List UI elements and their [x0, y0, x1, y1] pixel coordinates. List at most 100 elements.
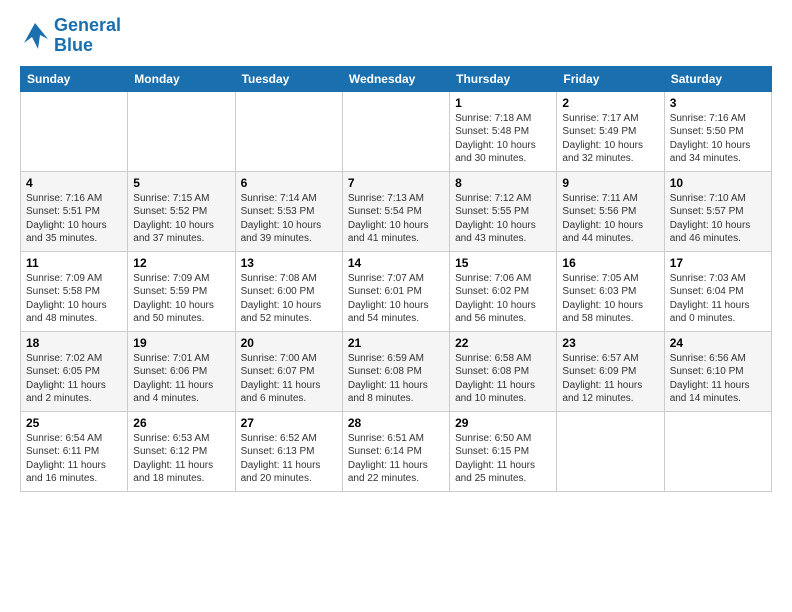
day-info: Sunrise: 6:57 AM Sunset: 6:09 PM Dayligh… — [562, 352, 658, 406]
day-number: 12 — [133, 256, 229, 270]
calendar-cell: 28 Sunrise: 6:51 AM Sunset: 6:14 PM Dayli… — [342, 411, 449, 491]
day-info: Sunrise: 6:54 AM Sunset: 6:11 PM Dayligh… — [26, 432, 122, 486]
header-thursday: Thursday — [450, 66, 557, 91]
header-tuesday: Tuesday — [235, 66, 342, 91]
calendar-cell: 29 Sunrise: 6:50 AM Sunset: 6:15 PM Dayli… — [450, 411, 557, 491]
calendar-cell: 1Sunrise: 7:18 AM Sunset: 5:48 PM Daylig… — [450, 91, 557, 171]
day-info: Sunrise: 6:56 AM Sunset: 6:10 PM Dayligh… — [670, 352, 766, 406]
calendar-cell: 7 Sunrise: 7:13 AM Sunset: 5:54 PM Daylig… — [342, 171, 449, 251]
calendar-header-row: SundayMondayTuesdayWednesdayThursdayFrid… — [21, 66, 772, 91]
calendar-cell: 3Sunrise: 7:16 AM Sunset: 5:50 PM Daylig… — [664, 91, 771, 171]
calendar-cell: 17 Sunrise: 7:03 AM Sunset: 6:04 PM Dayli… — [664, 251, 771, 331]
logo-text: General Blue — [54, 16, 121, 56]
day-number: 14 — [348, 256, 444, 270]
calendar-cell: 5Sunrise: 7:15 AM Sunset: 5:52 PM Daylig… — [128, 171, 235, 251]
calendar-cell: 15 Sunrise: 7:06 AM Sunset: 6:02 PM Dayli… — [450, 251, 557, 331]
day-number: 24 — [670, 336, 766, 350]
calendar-cell: 20 Sunrise: 7:00 AM Sunset: 6:07 PM Dayli… — [235, 331, 342, 411]
calendar-week-3: 11 Sunrise: 7:09 AM Sunset: 5:58 PM Dayli… — [21, 251, 772, 331]
day-number: 28 — [348, 416, 444, 430]
day-number: 8 — [455, 176, 551, 190]
header-friday: Friday — [557, 66, 664, 91]
day-info: Sunrise: 7:17 AM Sunset: 5:49 PM Dayligh… — [562, 112, 658, 166]
calendar-cell — [21, 91, 128, 171]
day-number: 11 — [26, 256, 122, 270]
calendar-cell — [557, 411, 664, 491]
calendar-cell: 12 Sunrise: 7:09 AM Sunset: 5:59 PM Dayli… — [128, 251, 235, 331]
calendar-cell: 6 Sunrise: 7:14 AM Sunset: 5:53 PM Daylig… — [235, 171, 342, 251]
logo: General Blue — [20, 16, 121, 56]
day-number: 1 — [455, 96, 551, 110]
day-info: Sunrise: 7:09 AM Sunset: 5:58 PM Dayligh… — [26, 272, 122, 326]
day-info: Sunrise: 6:50 AM Sunset: 6:15 PM Dayligh… — [455, 432, 551, 486]
day-number: 18 — [26, 336, 122, 350]
day-info: Sunrise: 7:09 AM Sunset: 5:59 PM Dayligh… — [133, 272, 229, 326]
day-info: Sunrise: 7:07 AM Sunset: 6:01 PM Dayligh… — [348, 272, 444, 326]
day-info: Sunrise: 7:05 AM Sunset: 6:03 PM Dayligh… — [562, 272, 658, 326]
day-info: Sunrise: 7:13 AM Sunset: 5:54 PM Dayligh… — [348, 192, 444, 246]
day-number: 5 — [133, 176, 229, 190]
day-number: 19 — [133, 336, 229, 350]
calendar-week-4: 18 Sunrise: 7:02 AM Sunset: 6:05 PM Dayli… — [21, 331, 772, 411]
calendar-cell — [128, 91, 235, 171]
calendar-cell: 4 Sunrise: 7:16 AM Sunset: 5:51 PM Daylig… — [21, 171, 128, 251]
day-number: 13 — [241, 256, 337, 270]
day-number: 29 — [455, 416, 551, 430]
day-info: Sunrise: 7:08 AM Sunset: 6:00 PM Dayligh… — [241, 272, 337, 326]
day-number: 15 — [455, 256, 551, 270]
day-number: 2 — [562, 96, 658, 110]
logo-icon — [20, 21, 50, 51]
day-info: Sunrise: 7:00 AM Sunset: 6:07 PM Dayligh… — [241, 352, 337, 406]
day-number: 27 — [241, 416, 337, 430]
calendar-cell: 16 Sunrise: 7:05 AM Sunset: 6:03 PM Dayli… — [557, 251, 664, 331]
day-info: Sunrise: 6:52 AM Sunset: 6:13 PM Dayligh… — [241, 432, 337, 486]
calendar-cell: 27 Sunrise: 6:52 AM Sunset: 6:13 PM Dayli… — [235, 411, 342, 491]
day-info: Sunrise: 7:14 AM Sunset: 5:53 PM Dayligh… — [241, 192, 337, 246]
day-info: Sunrise: 6:58 AM Sunset: 6:08 PM Dayligh… — [455, 352, 551, 406]
day-info: Sunrise: 7:01 AM Sunset: 6:06 PM Dayligh… — [133, 352, 229, 406]
calendar-week-1: 1Sunrise: 7:18 AM Sunset: 5:48 PM Daylig… — [21, 91, 772, 171]
calendar-week-2: 4 Sunrise: 7:16 AM Sunset: 5:51 PM Daylig… — [21, 171, 772, 251]
calendar-cell: 10 Sunrise: 7:10 AM Sunset: 5:57 PM Dayli… — [664, 171, 771, 251]
day-info: Sunrise: 7:11 AM Sunset: 5:56 PM Dayligh… — [562, 192, 658, 246]
calendar-cell: 11 Sunrise: 7:09 AM Sunset: 5:58 PM Dayli… — [21, 251, 128, 331]
calendar-cell: 9 Sunrise: 7:11 AM Sunset: 5:56 PM Daylig… — [557, 171, 664, 251]
calendar-cell: 22 Sunrise: 6:58 AM Sunset: 6:08 PM Dayli… — [450, 331, 557, 411]
page-header: General Blue — [20, 16, 772, 56]
day-info: Sunrise: 7:02 AM Sunset: 6:05 PM Dayligh… — [26, 352, 122, 406]
day-number: 9 — [562, 176, 658, 190]
day-info: Sunrise: 7:10 AM Sunset: 5:57 PM Dayligh… — [670, 192, 766, 246]
day-number: 26 — [133, 416, 229, 430]
day-number: 4 — [26, 176, 122, 190]
calendar-week-5: 25 Sunrise: 6:54 AM Sunset: 6:11 PM Dayli… — [21, 411, 772, 491]
day-info: Sunrise: 7:12 AM Sunset: 5:55 PM Dayligh… — [455, 192, 551, 246]
day-number: 23 — [562, 336, 658, 350]
day-info: Sunrise: 7:16 AM Sunset: 5:51 PM Dayligh… — [26, 192, 122, 246]
calendar-table: SundayMondayTuesdayWednesdayThursdayFrid… — [20, 66, 772, 492]
calendar-cell: 21Sunrise: 6:59 AM Sunset: 6:08 PM Dayli… — [342, 331, 449, 411]
calendar-cell: 13 Sunrise: 7:08 AM Sunset: 6:00 PM Dayli… — [235, 251, 342, 331]
calendar-cell — [235, 91, 342, 171]
day-number: 22 — [455, 336, 551, 350]
day-number: 10 — [670, 176, 766, 190]
day-number: 17 — [670, 256, 766, 270]
day-number: 20 — [241, 336, 337, 350]
calendar-cell: 26 Sunrise: 6:53 AM Sunset: 6:12 PM Dayli… — [128, 411, 235, 491]
day-info: Sunrise: 7:03 AM Sunset: 6:04 PM Dayligh… — [670, 272, 766, 326]
calendar-cell: 24 Sunrise: 6:56 AM Sunset: 6:10 PM Dayli… — [664, 331, 771, 411]
day-number: 16 — [562, 256, 658, 270]
day-info: Sunrise: 7:16 AM Sunset: 5:50 PM Dayligh… — [670, 112, 766, 166]
calendar-cell: 2 Sunrise: 7:17 AM Sunset: 5:49 PM Daylig… — [557, 91, 664, 171]
header-monday: Monday — [128, 66, 235, 91]
calendar-cell: 23 Sunrise: 6:57 AM Sunset: 6:09 PM Dayli… — [557, 331, 664, 411]
calendar-cell: 8 Sunrise: 7:12 AM Sunset: 5:55 PM Daylig… — [450, 171, 557, 251]
day-info: Sunrise: 6:51 AM Sunset: 6:14 PM Dayligh… — [348, 432, 444, 486]
day-number: 6 — [241, 176, 337, 190]
day-number: 25 — [26, 416, 122, 430]
day-info: Sunrise: 6:59 AM Sunset: 6:08 PM Dayligh… — [348, 352, 444, 406]
day-info: Sunrise: 7:06 AM Sunset: 6:02 PM Dayligh… — [455, 272, 551, 326]
day-number: 7 — [348, 176, 444, 190]
calendar-cell: 19 Sunrise: 7:01 AM Sunset: 6:06 PM Dayli… — [128, 331, 235, 411]
calendar-cell — [664, 411, 771, 491]
day-info: Sunrise: 6:53 AM Sunset: 6:12 PM Dayligh… — [133, 432, 229, 486]
